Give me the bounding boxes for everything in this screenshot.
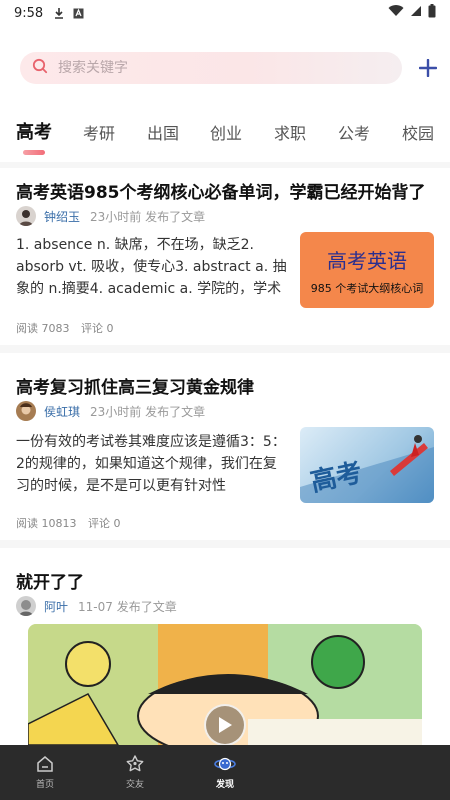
- wifi-icon: [388, 5, 404, 21]
- battery-icon: [428, 4, 436, 22]
- article-card[interactable]: 就开了了 阿叶 11-07 发布了文章: [0, 550, 450, 745]
- thumbnail-subtitle: 985 个考试大纲核心词: [310, 281, 424, 295]
- tab-label: 校园: [401, 124, 434, 143]
- author-name[interactable]: 阿叶: [44, 598, 68, 615]
- plus-icon: [419, 59, 437, 77]
- tab-label: 创业: [209, 124, 242, 143]
- avatar[interactable]: [16, 401, 36, 421]
- tab-kaoyan[interactable]: 考研: [82, 120, 116, 144]
- tab-label: 公考: [337, 124, 370, 143]
- nav-home[interactable]: 首页: [0, 745, 90, 800]
- download-icon: [53, 7, 65, 19]
- tab-label: 求职: [273, 124, 306, 143]
- article-title[interactable]: 高考复习抓住高三复习黄金规律: [16, 373, 434, 398]
- search-icon: [32, 58, 48, 78]
- tab-xiaoyuan[interactable]: 校园: [401, 120, 435, 144]
- search-input[interactable]: [58, 60, 358, 76]
- search-row: [20, 52, 440, 84]
- tab-label: 高考: [16, 122, 52, 143]
- tab-chuguo[interactable]: 出国: [146, 120, 180, 144]
- tab-label: 出国: [146, 124, 179, 143]
- article-card[interactable]: 高考复习抓住高三复习黄金规律 侯虹琪 23小时前 发布了文章 一份有效的考试卷其…: [0, 355, 450, 535]
- publish-info: 23小时前 发布了文章: [90, 404, 206, 419]
- nav-discover[interactable]: 发现: [180, 745, 270, 800]
- signal-icon: [410, 5, 422, 21]
- article-video-thumbnail[interactable]: [28, 624, 422, 745]
- bottom-navigation: 首页 交友 发现: [0, 745, 450, 800]
- article-separator: [0, 540, 450, 548]
- publish-info: 23小时前 发布了文章: [90, 209, 206, 224]
- article-stats: 阅读 10813 评论 0: [16, 515, 129, 531]
- publish-info: 11-07 发布了文章: [78, 599, 177, 614]
- author-name[interactable]: 侯虹琪: [44, 403, 80, 420]
- planet-icon: [214, 757, 236, 771]
- status-bar: 9:58: [0, 0, 450, 26]
- nav-label: 首页: [35, 780, 54, 790]
- article-excerpt: 1. absence n. 缺席，不在场，缺乏2. absorb vt. 吸收，…: [16, 237, 287, 297]
- category-tabs: 高考 考研 出国 创业 求职 公考 校园: [0, 118, 450, 162]
- status-time: 9:58: [14, 5, 44, 21]
- author-row: 侯虹琪 23小时前 发布了文章: [16, 401, 205, 421]
- author-row: 阿叶 11-07 发布了文章: [16, 596, 177, 616]
- article-card[interactable]: 高考英语985个考纲核心必备单词，学霸已经开始背了 钟绍玉 23小时前 发布了文…: [0, 168, 450, 348]
- a-app-icon: [73, 7, 84, 19]
- tab-chuangye[interactable]: 创业: [209, 120, 243, 144]
- nav-friends[interactable]: 交友: [90, 745, 180, 800]
- nav-label: 交友: [125, 780, 144, 790]
- play-icon: [219, 717, 232, 733]
- article-stats: 阅读 7083 评论 0: [16, 320, 122, 336]
- nav-label: 发现: [215, 780, 234, 790]
- tab-active-indicator: [23, 150, 45, 155]
- comment-count: 评论 0: [81, 322, 114, 335]
- article-title[interactable]: 高考英语985个考纲核心必备单词，学霸已经开始背了: [16, 178, 434, 203]
- tab-label: 考研: [82, 124, 115, 143]
- read-count: 阅读 10813: [16, 517, 77, 530]
- play-button[interactable]: [204, 704, 246, 745]
- avatar[interactable]: [16, 596, 36, 616]
- home-icon: [37, 756, 53, 772]
- read-count: 阅读 7083: [16, 322, 70, 335]
- article-excerpt: 一份有效的考试卷其难度应该是遵循3：5：2的规律的，如果知道这个规律，我们在复习…: [16, 434, 286, 494]
- author-row: 钟绍玉 23小时前 发布了文章: [16, 206, 205, 226]
- search-bar[interactable]: [20, 52, 402, 84]
- article-thumbnail[interactable]: 高考英语 985 个考试大纲核心词: [300, 232, 434, 308]
- thumbnail-title: 高考英语: [327, 248, 407, 273]
- add-button[interactable]: [416, 56, 440, 80]
- flower-icon: [126, 755, 144, 772]
- article-separator: [0, 345, 450, 353]
- tab-gongkao[interactable]: 公考: [337, 120, 371, 144]
- article-thumbnail[interactable]: 高考: [300, 427, 434, 503]
- author-name[interactable]: 钟绍玉: [44, 208, 80, 225]
- comment-count: 评论 0: [88, 517, 121, 530]
- article-title[interactable]: 就开了了: [16, 568, 434, 593]
- tab-qiuzhi[interactable]: 求职: [273, 120, 307, 144]
- tab-gaokao[interactable]: 高考: [16, 118, 52, 155]
- avatar[interactable]: [16, 206, 36, 226]
